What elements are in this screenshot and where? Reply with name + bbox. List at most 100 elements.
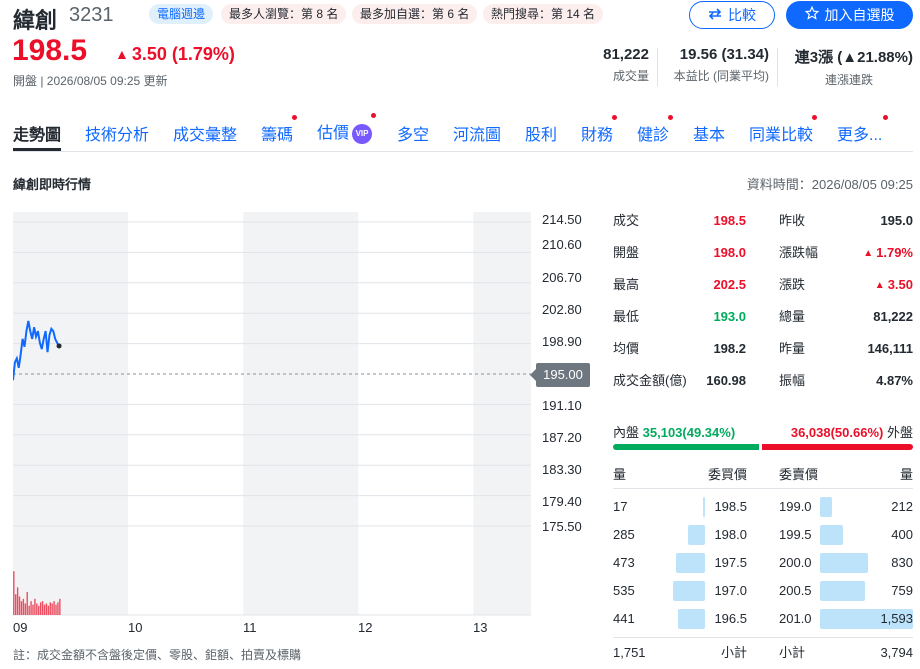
tab-financials[interactable]: 財務: [581, 115, 618, 145]
ask-price[interactable]: 201.0: [779, 605, 812, 633]
tab-trade-summary[interactable]: 成交彙整: [173, 121, 237, 145]
bid-qty: 17: [613, 499, 628, 514]
quote-label: 總量: [779, 309, 806, 324]
stock-code: 3231: [69, 4, 114, 26]
quote-value: ▲ 3.50: [874, 277, 913, 292]
tab-health[interactable]: 健診: [637, 115, 674, 145]
x-tick-label: 11: [243, 620, 257, 635]
x-tick-label: 09: [13, 620, 28, 635]
tab-technical[interactable]: 技術分析: [85, 121, 149, 145]
quote-label: 振幅: [779, 373, 806, 388]
up-arrow-icon: ▲: [115, 46, 129, 62]
quote-value: 160.98: [706, 373, 746, 388]
bid-qty: 535: [613, 583, 635, 598]
vip-badge: VIP: [352, 124, 373, 144]
tab-more[interactable]: 更多...: [837, 115, 889, 145]
quote-label: 最高: [613, 277, 640, 292]
stat-volume: 81,222 成交量: [603, 46, 649, 83]
tab-basic[interactable]: 基本: [693, 121, 725, 145]
compare-label: 比較: [728, 7, 756, 23]
data-time: 資料時間：2026/08/05 09:25: [746, 177, 913, 192]
ask-price[interactable]: 200.5: [779, 577, 812, 605]
quote-value: 81,222: [873, 309, 913, 324]
volume-bar: [24, 603, 27, 615]
y-tick-label: 175.50: [542, 519, 582, 534]
tab-valuation[interactable]: 估價 VIP: [317, 113, 377, 144]
outer-volume: 36,038(50.66%) 外盤: [790, 425, 913, 440]
bid-qty: 285: [613, 527, 635, 542]
current-price: 198.5: [12, 34, 88, 67]
tab-peer-compare[interactable]: 同業比較: [749, 115, 818, 145]
volume-bar: [28, 605, 30, 615]
volume-bar: [13, 571, 15, 615]
rank-badge-watchlist[interactable]: 最多加自選：第 6 名: [352, 4, 478, 24]
volume-bar: [36, 603, 38, 615]
stat-pe: 19.56 (31.34) 本益比 (同業平均): [673, 46, 769, 83]
bid-price[interactable]: 197.5: [700, 549, 747, 577]
notification-dot: [612, 115, 618, 120]
intraday-chart[interactable]: [13, 212, 533, 617]
divider: [13, 151, 913, 152]
volume-bar: [55, 604, 57, 615]
footnote: 註：成交金額不含盤後定價、零股、鉅額、拍賣及標購: [13, 648, 302, 662]
volume-bar: [51, 603, 53, 615]
tab-trend[interactable]: 走勢圖: [13, 121, 61, 145]
volume-bar: [15, 594, 17, 615]
volume-bar: [32, 604, 34, 615]
volume-bar: [39, 602, 42, 615]
bid-price[interactable]: 198.5: [700, 493, 747, 521]
y-tick-label: 179.40: [542, 494, 582, 509]
quote-label: 開盤: [613, 245, 640, 260]
add-watchlist-button[interactable]: 加入自選股: [786, 1, 913, 29]
rank-badge-browse[interactable]: 最多人瀏覽：第 8 名: [221, 4, 347, 24]
quote-value: ▲ 1.79%: [863, 245, 913, 260]
tab-bull-bear[interactable]: 多空: [397, 121, 429, 145]
divider: [657, 48, 658, 86]
last-price-dot: [56, 343, 62, 349]
ask-qty: 830: [891, 555, 913, 570]
divider: [777, 48, 778, 86]
divider: [613, 488, 913, 489]
quote-label: 昨量: [779, 341, 806, 356]
total-ask: 3,794: [880, 645, 913, 660]
orderbook-header-ask: 委賣價: [779, 467, 819, 482]
hour-band: [473, 212, 531, 615]
ask-price[interactable]: 199.0: [779, 493, 812, 521]
total-bid: 1,751: [613, 645, 646, 660]
volume-bar: [26, 591, 28, 615]
volume-bar: [43, 604, 46, 615]
y-tick-label: 198.90: [542, 334, 582, 349]
volume-bar: [16, 587, 19, 615]
volume-bar: [53, 601, 55, 615]
quote-label: 漲跌幅: [779, 245, 819, 260]
total-label: 小計: [720, 645, 747, 660]
star-icon: [804, 2, 819, 28]
section-title: 緯創即時行情: [13, 177, 92, 192]
volume-bar: [59, 598, 61, 615]
industry-badge[interactable]: 電腦週邊: [149, 4, 214, 24]
volume-bar: [20, 601, 23, 615]
bid-qty: 473: [613, 555, 635, 570]
y-tick-label: 214.50: [542, 212, 582, 227]
compare-button[interactable]: 比較: [689, 1, 775, 29]
tab-chips[interactable]: 籌碼: [261, 115, 298, 145]
bid-price[interactable]: 196.5: [700, 605, 747, 633]
bid-price[interactable]: 197.0: [700, 577, 747, 605]
rank-badge-search[interactable]: 熱門搜尋：第 14 名: [483, 4, 604, 24]
bid-qty: 441: [613, 611, 635, 626]
ask-price[interactable]: 199.5: [779, 521, 812, 549]
quote-value: 4.87%: [876, 373, 913, 388]
notification-dot: [883, 115, 889, 120]
y-tick-label: 210.60: [542, 237, 582, 252]
quote-value: 202.5: [713, 277, 746, 292]
tab-river-chart[interactable]: 河流圖: [453, 121, 501, 145]
bid-price[interactable]: 198.0: [700, 521, 747, 549]
ask-price[interactable]: 200.0: [779, 549, 812, 577]
stat-streak: 連3漲 (▲21.88%) 連漲連跌: [794, 49, 913, 87]
market-status: 開盤 | 2026/08/05 09:25 更新: [13, 74, 168, 88]
quote-value: 198.5: [713, 213, 746, 228]
quote-label: 漲跌: [779, 277, 806, 292]
quote-value: 146,111: [867, 341, 913, 356]
y-tick-label: 183.30: [542, 462, 582, 477]
tab-dividend[interactable]: 股利: [525, 121, 557, 145]
